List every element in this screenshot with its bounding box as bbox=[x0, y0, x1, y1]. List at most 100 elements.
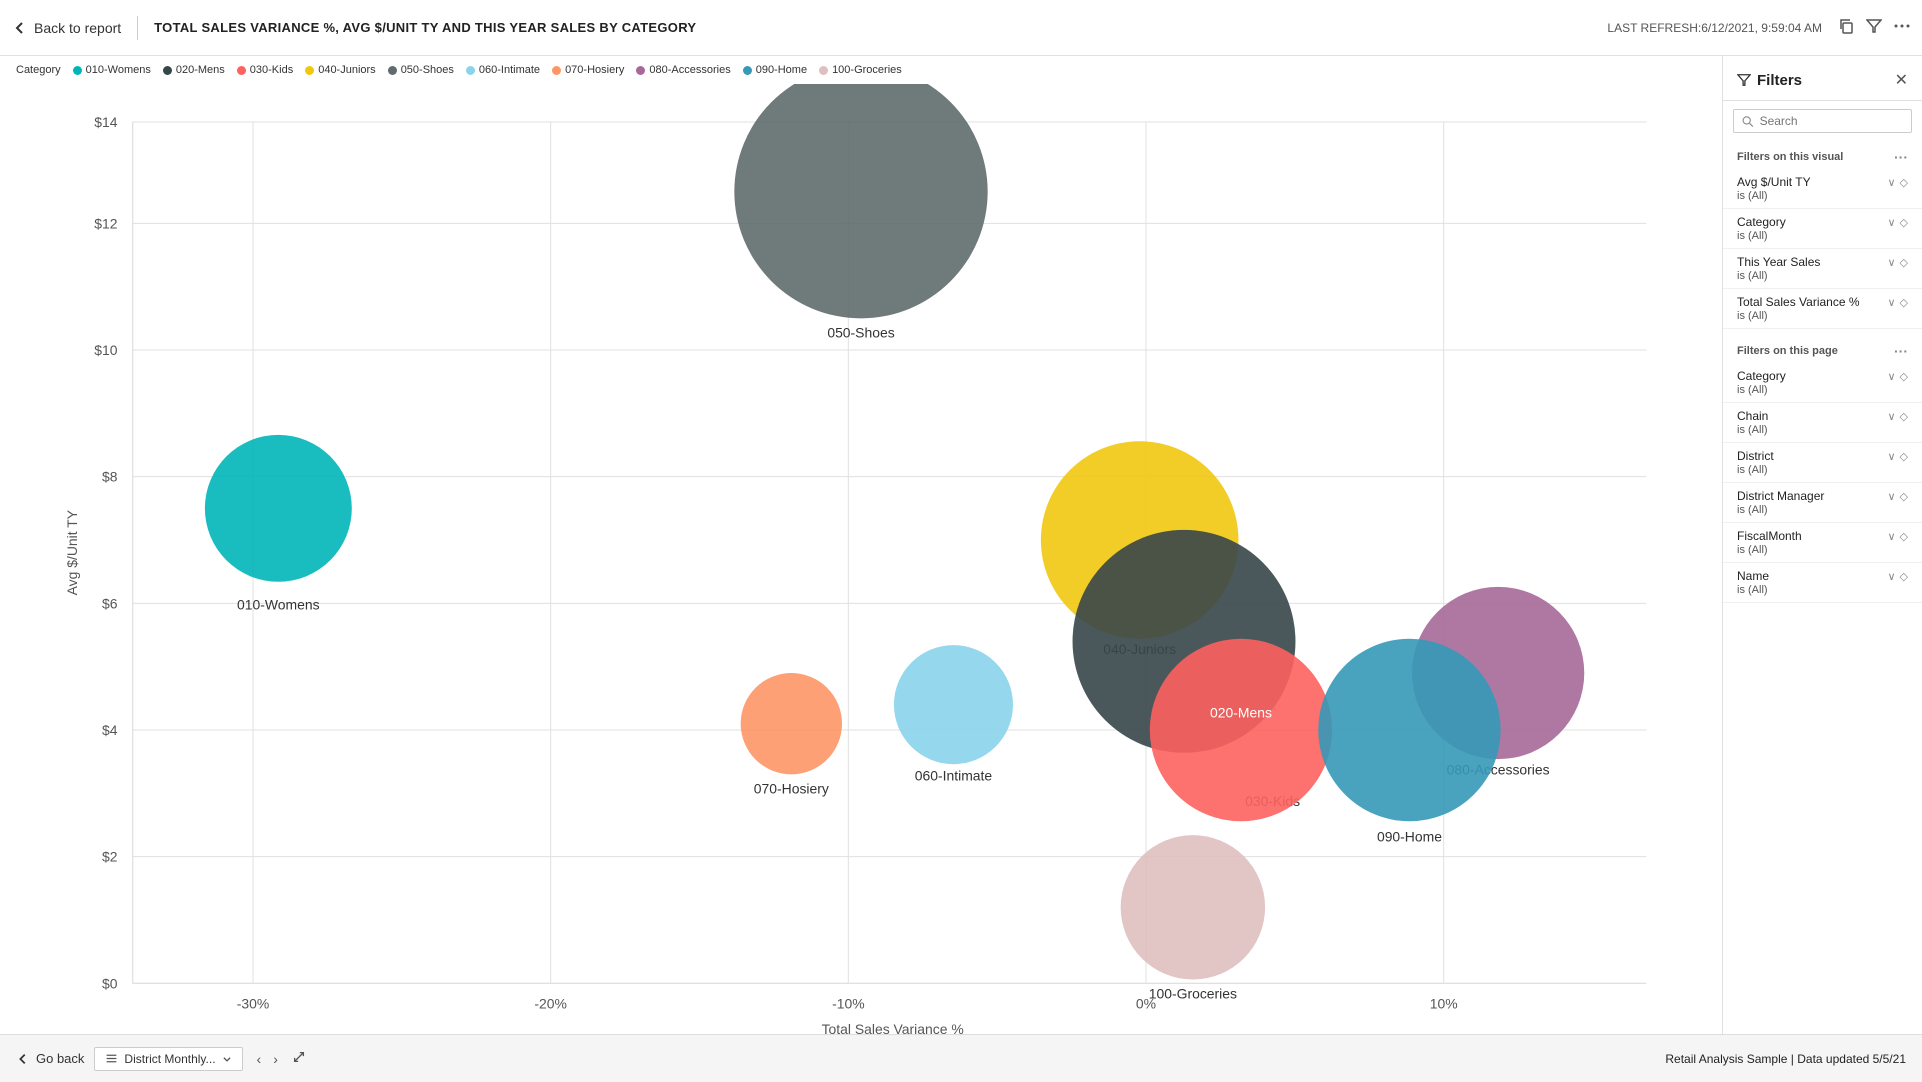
svg-text:$10: $10 bbox=[94, 342, 117, 358]
filters-title-container: Filters bbox=[1737, 72, 1802, 89]
bubble-chart-container: $0 $2 $4 $6 $8 $10 $12 bbox=[0, 84, 1722, 1034]
visual-filter-item[interactable]: Total Sales Variance % ∨ ◇ is (All) bbox=[1723, 289, 1922, 329]
data-updated-label: Data updated 5/5/21 bbox=[1797, 1052, 1906, 1066]
legend-dot-juniors bbox=[305, 66, 314, 75]
filters-search-input[interactable] bbox=[1760, 114, 1903, 128]
page-filter-item[interactable]: Name ∨ ◇ is (All) bbox=[1723, 563, 1922, 603]
filter-expand-icon[interactable]: ∨ bbox=[1887, 370, 1895, 383]
filter-clear-icon[interactable]: ◇ bbox=[1900, 296, 1908, 309]
page-filter-item[interactable]: District Manager ∨ ◇ is (All) bbox=[1723, 483, 1922, 523]
page-filter-item[interactable]: FiscalMonth ∨ ◇ is (All) bbox=[1723, 523, 1922, 563]
page-filter-item[interactable]: District ∨ ◇ is (All) bbox=[1723, 443, 1922, 483]
go-back-arrow-icon bbox=[16, 1052, 30, 1066]
back-to-report-link[interactable]: Back to report bbox=[12, 20, 121, 36]
legend-item-intimate: 060-Intimate bbox=[466, 64, 540, 76]
svg-text:070-Hosiery: 070-Hosiery bbox=[754, 780, 829, 796]
svg-text:050-Shoes: 050-Shoes bbox=[827, 324, 894, 340]
visual-filters-section-label: Filters on this visual ··· bbox=[1723, 141, 1922, 169]
legend-label-shoes: 050-Shoes bbox=[401, 64, 454, 76]
nav-next-btn[interactable]: › bbox=[269, 1047, 282, 1071]
back-to-report-label: Back to report bbox=[34, 20, 121, 36]
filter-expand-icon[interactable]: ∨ bbox=[1887, 450, 1895, 463]
expand-btn[interactable] bbox=[292, 1050, 306, 1067]
legend-item-groceries: 100-Groceries bbox=[819, 64, 902, 76]
filter-clear-icon[interactable]: ◇ bbox=[1900, 490, 1908, 503]
legend-item-home: 090-Home bbox=[743, 64, 807, 76]
page-filter-item[interactable]: Category ∨ ◇ is (All) bbox=[1723, 363, 1922, 403]
page-filter-item[interactable]: Chain ∨ ◇ is (All) bbox=[1723, 403, 1922, 443]
filter-clear-icon[interactable]: ◇ bbox=[1900, 450, 1908, 463]
legend-label-juniors: 040-Juniors bbox=[318, 64, 375, 76]
chart-title: TOTAL SALES VARIANCE %, AVG $/UNIT TY AN… bbox=[154, 20, 696, 35]
svg-text:-20%: -20% bbox=[534, 996, 567, 1012]
filters-title-label: Filters bbox=[1757, 72, 1802, 89]
svg-text:010-Womens: 010-Womens bbox=[237, 597, 320, 613]
visual-filters-list: Avg $/Unit TY ∨ ◇ is (All) Category ∨ ◇ … bbox=[1723, 169, 1922, 329]
legend-label-mens: 020-Mens bbox=[176, 64, 225, 76]
legend-label-accessories: 080-Accessories bbox=[649, 64, 730, 76]
filter-clear-icon[interactable]: ◇ bbox=[1900, 530, 1908, 543]
bubble-womens[interactable] bbox=[205, 435, 352, 582]
filter-expand-icon[interactable]: ∨ bbox=[1887, 256, 1895, 269]
bubble-shoes[interactable] bbox=[734, 84, 987, 318]
visual-filters-more[interactable]: ··· bbox=[1894, 149, 1908, 165]
back-arrow-icon bbox=[12, 20, 28, 36]
svg-text:Avg $/Unit TY: Avg $/Unit TY bbox=[64, 510, 80, 595]
filter-expand-icon[interactable]: ∨ bbox=[1887, 530, 1895, 543]
svg-text:$8: $8 bbox=[102, 469, 118, 485]
svg-text:$6: $6 bbox=[102, 595, 118, 611]
tab-list-icon bbox=[105, 1052, 118, 1065]
filters-icon bbox=[1737, 73, 1751, 87]
district-monthly-tab[interactable]: District Monthly... bbox=[94, 1047, 242, 1071]
legend-label-hosiery: 070-Hosiery bbox=[565, 64, 624, 76]
bubble-intimate[interactable] bbox=[894, 645, 1013, 764]
filter-expand-icon[interactable]: ∨ bbox=[1887, 296, 1895, 309]
legend-dot-kids bbox=[237, 66, 246, 75]
filter-clear-icon[interactable]: ◇ bbox=[1900, 410, 1908, 423]
bubble-hosiery[interactable] bbox=[741, 673, 842, 774]
filters-close-btn[interactable]: ✕ bbox=[1895, 70, 1908, 90]
nav-prev-btn[interactable]: ‹ bbox=[253, 1047, 266, 1071]
filter-expand-icon[interactable]: ∨ bbox=[1887, 570, 1895, 583]
bubble-home[interactable] bbox=[1318, 639, 1500, 821]
legend-dot-shoes bbox=[388, 66, 397, 75]
filter-clear-icon[interactable]: ◇ bbox=[1900, 176, 1908, 189]
legend-item-womens: 010-Womens bbox=[73, 64, 151, 76]
filter-clear-icon[interactable]: ◇ bbox=[1900, 256, 1908, 269]
bubble-groceries[interactable] bbox=[1121, 835, 1265, 979]
chart-legend: Category 010-Womens 020-Mens 030-Kids 04… bbox=[0, 56, 1722, 84]
copy-icon[interactable] bbox=[1838, 18, 1854, 37]
svg-text:090-Home: 090-Home bbox=[1377, 828, 1442, 844]
legend-category-label: Category bbox=[16, 64, 61, 76]
top-bar: Back to report TOTAL SALES VARIANCE %, A… bbox=[0, 0, 1922, 56]
page-filters-more[interactable]: ··· bbox=[1894, 343, 1908, 359]
filter-clear-icon[interactable]: ◇ bbox=[1900, 216, 1908, 229]
visual-filter-item[interactable]: Avg $/Unit TY ∨ ◇ is (All) bbox=[1723, 169, 1922, 209]
filter-expand-icon[interactable]: ∨ bbox=[1887, 216, 1895, 229]
more-options-icon[interactable] bbox=[1894, 18, 1910, 37]
filter-icon[interactable] bbox=[1866, 18, 1882, 37]
visual-filter-item[interactable]: This Year Sales ∨ ◇ is (All) bbox=[1723, 249, 1922, 289]
report-name-label: Retail Analysis Sample bbox=[1665, 1052, 1787, 1066]
filter-clear-icon[interactable]: ◇ bbox=[1900, 370, 1908, 383]
filters-search-box[interactable] bbox=[1733, 109, 1912, 133]
svg-text:100-Groceries: 100-Groceries bbox=[1149, 986, 1237, 1002]
legend-label-kids: 030-Kids bbox=[250, 64, 293, 76]
filter-expand-icon[interactable]: ∨ bbox=[1887, 410, 1895, 423]
go-back-label: Go back bbox=[36, 1051, 84, 1066]
bubble-mens[interactable] bbox=[1150, 639, 1332, 821]
legend-dot-hosiery bbox=[552, 66, 561, 75]
legend-label-groceries: 100-Groceries bbox=[832, 64, 902, 76]
svg-text:$14: $14 bbox=[94, 114, 117, 130]
filter-expand-icon[interactable]: ∨ bbox=[1887, 176, 1895, 189]
visual-filter-item[interactable]: Category ∨ ◇ is (All) bbox=[1723, 209, 1922, 249]
filter-expand-icon[interactable]: ∨ bbox=[1887, 490, 1895, 503]
go-back-btn[interactable]: Go back bbox=[16, 1051, 84, 1066]
bubble-chart-svg: $0 $2 $4 $6 $8 $10 $12 bbox=[0, 84, 1722, 1034]
legend-label-womens: 010-Womens bbox=[86, 64, 151, 76]
legend-dot-womens bbox=[73, 66, 82, 75]
bottom-left: Go back District Monthly... ‹ › bbox=[16, 1047, 306, 1071]
filter-clear-icon[interactable]: ◇ bbox=[1900, 570, 1908, 583]
svg-text:$2: $2 bbox=[102, 849, 118, 865]
tab-label: District Monthly... bbox=[124, 1052, 215, 1066]
